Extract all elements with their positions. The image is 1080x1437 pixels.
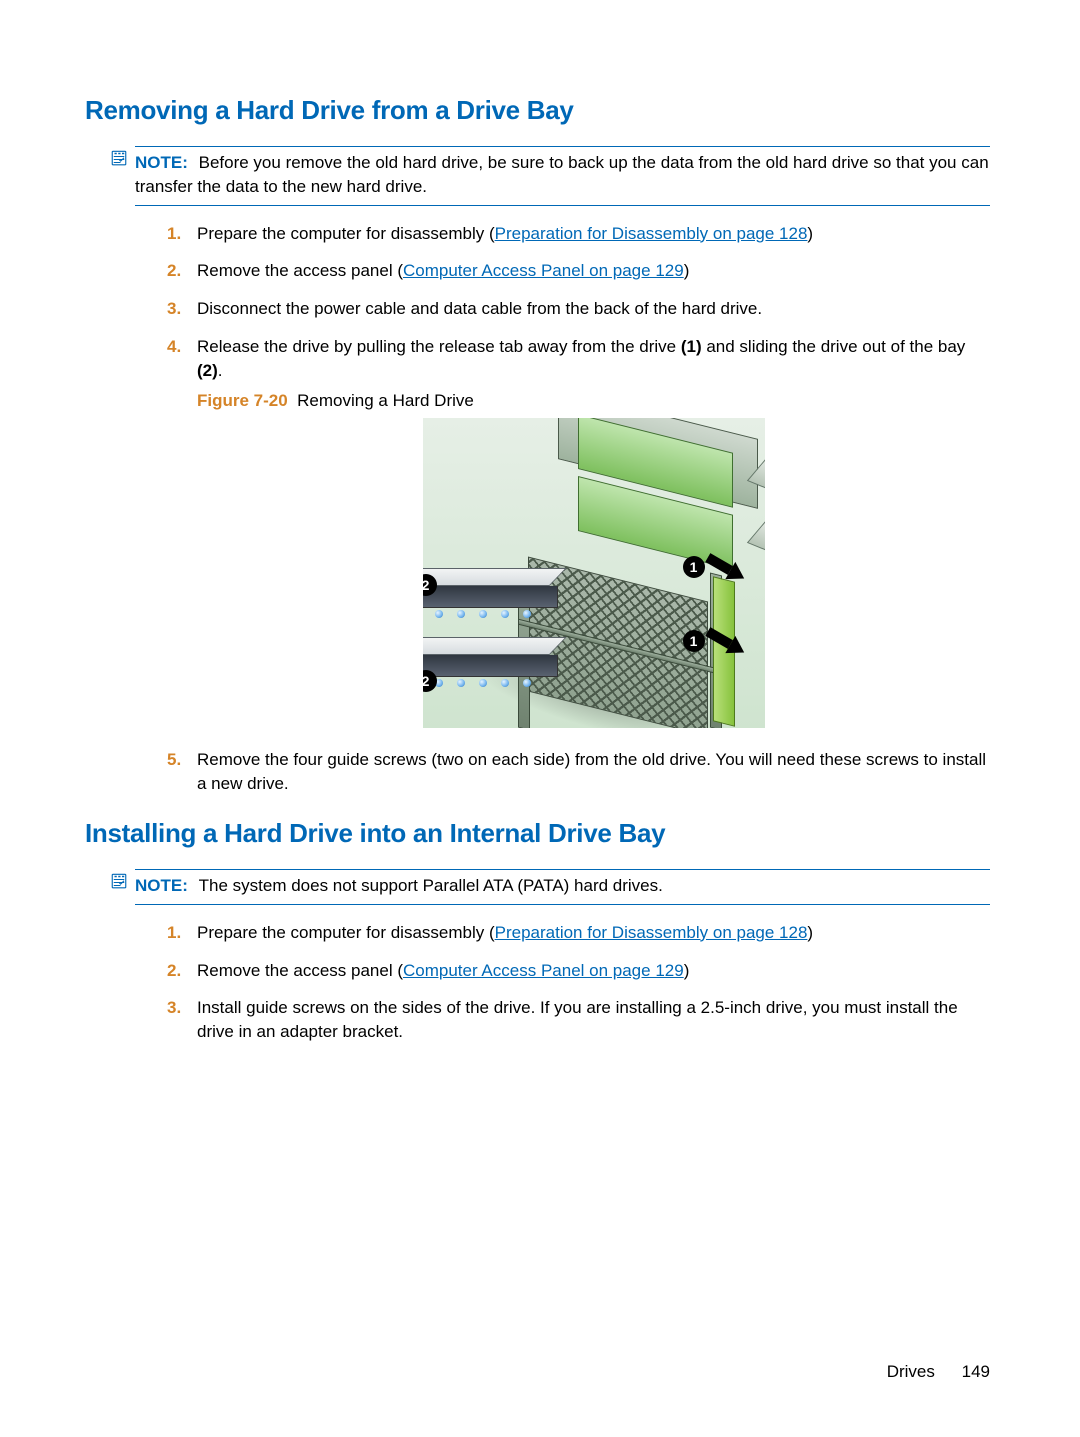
removing-step-3: 3. Disconnect the power cable and data c…	[167, 297, 990, 321]
note-text: The system does not support Parallel ATA…	[199, 876, 663, 895]
step-marker: 2.	[167, 959, 181, 983]
link-computer-access-panel[interactable]: Computer Access Panel on page 129	[403, 961, 684, 980]
link-preparation-disassembly[interactable]: Preparation for Disassembly on page 128	[495, 923, 808, 942]
note-text: Before you remove the old hard drive, be…	[135, 153, 989, 196]
drive-bay-illustration: 1 1 2 2	[423, 418, 765, 728]
removing-step-5: 5. Remove the four guide screws (two on …	[167, 748, 990, 796]
removing-step-4: 4. Release the drive by pulling the rele…	[167, 335, 990, 728]
note-box-installing: NOTE: The system does not support Parall…	[135, 869, 990, 905]
removing-steps-list: 1. Prepare the computer for disassembly …	[167, 222, 990, 796]
removing-step-2: 2. Remove the access panel (Computer Acc…	[167, 259, 990, 283]
figure-title: Removing a Hard Drive	[297, 391, 474, 410]
step-marker: 4.	[167, 335, 181, 359]
note-label: NOTE:	[135, 153, 188, 172]
note-icon	[110, 149, 128, 167]
step-text: Remove the access panel (	[197, 961, 403, 980]
step-marker: 3.	[167, 297, 181, 321]
section-removing-heading: Removing a Hard Drive from a Drive Bay	[85, 95, 990, 126]
callout-1: 1	[683, 630, 705, 652]
step-text: Prepare the computer for disassembly (	[197, 224, 495, 243]
figure-removing-hard-drive: 1 1 2 2	[423, 418, 765, 728]
figure-label: Figure 7-20	[197, 391, 288, 410]
link-computer-access-panel[interactable]: Computer Access Panel on page 129	[403, 261, 684, 280]
step-marker: 3.	[167, 996, 181, 1020]
step-text: Remove the access panel (	[197, 261, 403, 280]
installing-step-1: 1. Prepare the computer for disassembly …	[167, 921, 990, 945]
callout-1: 1	[683, 556, 705, 578]
step-marker: 1.	[167, 921, 181, 945]
installing-step-2: 2. Remove the access panel (Computer Acc…	[167, 959, 990, 983]
removing-step-1: 1. Prepare the computer for disassembly …	[167, 222, 990, 246]
figure-caption: Figure 7-20 Removing a Hard Drive	[197, 389, 990, 413]
installing-step-3: 3. Install guide screws on the sides of …	[167, 996, 990, 1044]
note-icon	[110, 872, 128, 890]
footer-page-number: 149	[962, 1362, 990, 1382]
step-text: Install guide screws on the sides of the…	[197, 998, 958, 1041]
step-text: Remove the four guide screws (two on eac…	[197, 750, 986, 793]
step-marker: 5.	[167, 748, 181, 772]
section-installing-heading: Installing a Hard Drive into an Internal…	[85, 818, 990, 849]
note-box-removing: NOTE: Before you remove the old hard dri…	[135, 146, 990, 206]
footer-section-name: Drives	[887, 1362, 935, 1381]
note-label: NOTE:	[135, 876, 188, 895]
page-footer: Drives 149	[887, 1362, 990, 1382]
step-text: Release the drive by pulling the release…	[197, 337, 965, 380]
step-marker: 1.	[167, 222, 181, 246]
step-marker: 2.	[167, 259, 181, 283]
installing-steps-list: 1. Prepare the computer for disassembly …	[167, 921, 990, 1044]
step-text: Disconnect the power cable and data cabl…	[197, 299, 762, 318]
step-text: Prepare the computer for disassembly (	[197, 923, 495, 942]
link-preparation-disassembly[interactable]: Preparation for Disassembly on page 128	[495, 224, 808, 243]
callout-2: 2	[423, 670, 437, 692]
